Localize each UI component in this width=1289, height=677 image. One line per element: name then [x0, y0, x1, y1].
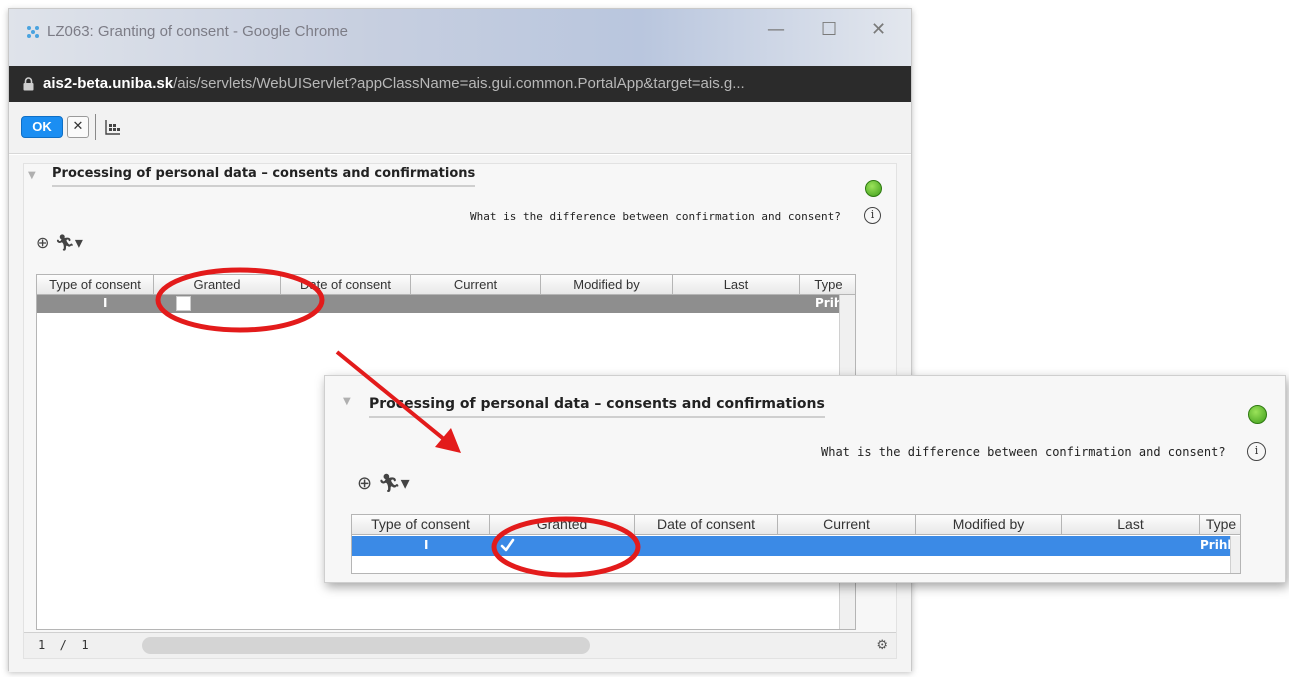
window-title: LZ063: Granting of consent - Google Chro…: [47, 23, 348, 40]
zoom-col-date-of-consent[interactable]: Date of consent: [635, 515, 778, 535]
zoom-consent-table: Type of consent Granted Date of consent …: [351, 514, 1241, 574]
ok-button[interactable]: OK: [21, 116, 63, 138]
url-path: /ais/servlets/WebUIServlet?appClassName=…: [173, 75, 745, 92]
info-icon[interactable]: i: [864, 207, 881, 224]
col-modified-by[interactable]: Modified by: [541, 275, 673, 295]
url-text[interactable]: ais2-beta.uniba.sk/ais/servlets/WebUISer…: [43, 75, 745, 92]
table-row[interactable]: I Prihl: [37, 295, 846, 313]
table-header: Type of consent Granted Date of consent …: [37, 275, 855, 295]
table-tools: ⊕ 🏃︎▾: [36, 233, 83, 252]
col-last[interactable]: Last: [673, 275, 800, 295]
zoom-zoom-in-icon[interactable]: ⊕: [357, 473, 372, 494]
runner-icon[interactable]: 🏃︎▾: [55, 233, 83, 252]
cancel-button[interactable]: ✕: [67, 116, 89, 138]
zoom-col-type-of-consent[interactable]: Type of consent: [352, 515, 490, 535]
cell-type-of-consent: I: [103, 296, 108, 310]
app-icon: [27, 26, 39, 38]
pager: 1 / 1: [38, 638, 89, 652]
url-host: ais2-beta.uniba.sk: [43, 75, 174, 92]
zoomed-panel: ▼ Processing of personal data – consents…: [324, 375, 1286, 583]
zoom-table-tools: ⊕ 🏃︎▾: [357, 473, 410, 494]
col-date-of-consent[interactable]: Date of consent: [281, 275, 411, 295]
zoom-col-current[interactable]: Current: [778, 515, 916, 535]
col-type-of-consent[interactable]: Type of consent: [37, 275, 154, 295]
col-type[interactable]: Type: [800, 275, 855, 295]
grid-icon[interactable]: [104, 118, 122, 136]
smiley-icon: [865, 180, 882, 197]
checkmark-icon[interactable]: [499, 537, 516, 554]
toolbar-separator: [95, 114, 96, 140]
zoom-section-title: Processing of personal data – consents a…: [369, 396, 825, 418]
gear-icon[interactable]: ⚙: [876, 638, 888, 653]
title-bar: LZ063: Granting of consent - Google Chro…: [9, 9, 911, 66]
zoom-help-link[interactable]: What is the difference between confirmat…: [821, 445, 1226, 459]
zoom-col-type[interactable]: Type: [1200, 515, 1240, 535]
lock-icon: [23, 77, 34, 91]
col-granted[interactable]: Granted: [154, 275, 281, 295]
zoom-cell-type-of-consent: I: [424, 538, 429, 552]
minimize-button[interactable]: —: [767, 19, 785, 40]
zoom-smiley-icon: [1248, 405, 1267, 424]
zoom-info-icon[interactable]: i: [1247, 442, 1266, 461]
zoom-runner-icon[interactable]: 🏃︎▾: [378, 473, 410, 494]
zoom-in-icon[interactable]: ⊕: [36, 233, 49, 252]
collapse-triangle-icon[interactable]: ▼: [28, 170, 36, 181]
zoom-cell-type: Prihl: [1200, 538, 1232, 552]
table-footer: 1 / 1 ⚙: [24, 632, 896, 658]
address-bar[interactable]: ais2-beta.uniba.sk/ais/servlets/WebUISer…: [9, 66, 911, 102]
col-current[interactable]: Current: [411, 275, 541, 295]
zoom-vertical-scrollbar[interactable]: [1230, 536, 1240, 573]
zoom-col-modified-by[interactable]: Modified by: [916, 515, 1062, 535]
section-title: Processing of personal data – consents a…: [52, 166, 476, 187]
zoom-col-granted[interactable]: Granted: [490, 515, 635, 535]
help-link[interactable]: What is the difference between confirmat…: [470, 210, 841, 223]
horizontal-scrollbar[interactable]: [142, 637, 590, 654]
close-button[interactable]: ✕: [871, 19, 886, 40]
zoom-collapse-triangle-icon[interactable]: ▼: [343, 396, 351, 407]
zoom-table-row[interactable]: I Prihl: [352, 536, 1232, 556]
zoom-table-header: Type of consent Granted Date of consent …: [352, 515, 1240, 535]
zoom-col-last[interactable]: Last: [1062, 515, 1200, 535]
toolbar: OK ✕: [9, 102, 911, 154]
maximize-button[interactable]: ☐: [821, 19, 837, 40]
granted-checkbox[interactable]: [176, 296, 191, 311]
